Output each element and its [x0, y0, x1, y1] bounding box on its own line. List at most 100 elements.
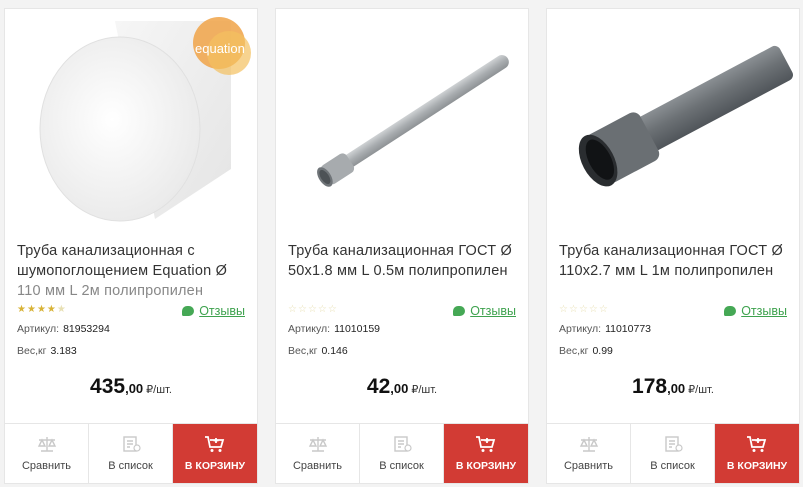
list-label: В список: [650, 459, 695, 472]
compare-button[interactable]: Сравнить: [547, 424, 631, 483]
star-icon: ★: [26, 304, 36, 315]
reviews-label: Отзывы: [470, 304, 516, 318]
list-label: В список: [379, 459, 424, 472]
star-icon: ☆: [559, 304, 568, 315]
title-line: 110 мм L 2м полипропилен: [17, 283, 204, 299]
price: 435,00 ₽/шт.: [5, 375, 257, 399]
sku-value: 11010159: [334, 323, 380, 335]
chat-bubble-icon: [453, 306, 466, 316]
star-icon: ☆: [568, 304, 578, 315]
rating-stars: ★ ★ ★ ★ ★: [17, 303, 66, 317]
chat-bubble-icon: [724, 306, 737, 316]
cart-label: В КОРЗИНУ: [726, 460, 788, 472]
weight-value: 0.99: [592, 345, 613, 357]
scales-icon: [37, 436, 56, 452]
scales-icon: [308, 436, 327, 452]
cart-label: В КОРЗИНУ: [455, 460, 517, 472]
list-add-icon: [664, 435, 683, 452]
compare-label: Сравнить: [563, 459, 613, 472]
star-icon: ☆: [297, 304, 307, 315]
price-decimal: ,00: [667, 381, 686, 396]
weight-value: 0.146: [321, 345, 348, 357]
sku-value: 11010773: [605, 323, 651, 335]
product-card: equation Труба канализационная с шумопог…: [4, 8, 258, 484]
weight-row: Вес,кг 0.99: [559, 345, 613, 357]
star-icon: ★: [17, 304, 26, 315]
add-to-list-button[interactable]: В список: [631, 424, 715, 483]
add-to-cart-button[interactable]: В КОРЗИНУ: [444, 424, 528, 483]
price-unit: ₽/шт.: [688, 384, 714, 396]
weight-label: Вес,кг: [17, 345, 47, 357]
reviews-link[interactable]: Отзывы: [182, 304, 245, 318]
compare-button[interactable]: Сравнить: [276, 424, 360, 483]
product-title[interactable]: Труба канализационная ГОСТ Ø 110x2.7 мм …: [559, 241, 795, 281]
price-unit: ₽/шт.: [411, 384, 438, 396]
reviews-link[interactable]: Отзывы: [453, 304, 516, 318]
add-to-cart-button[interactable]: В КОРЗИНУ: [715, 424, 799, 483]
weight-value: 3.183: [50, 345, 77, 357]
product-title[interactable]: Труба канализационная с шумопоглощением …: [17, 241, 253, 301]
add-to-list-button[interactable]: В список: [360, 424, 444, 483]
sku-row: Артикул: 11010773: [559, 323, 651, 335]
star-icon: ☆: [307, 304, 317, 315]
scales-icon: [579, 436, 598, 452]
price-integer: 435: [90, 375, 126, 398]
reviews-link[interactable]: Отзывы: [724, 304, 787, 318]
reviews-label: Отзывы: [199, 304, 245, 318]
weight-row: Вес,кг 0.146: [288, 345, 348, 357]
card-actions: Сравнить В список В КОРЗИНУ: [547, 423, 799, 483]
product-image[interactable]: equation: [5, 9, 257, 229]
title-line: Труба канализационная ГОСТ Ø: [559, 243, 783, 259]
star-icon: ☆: [317, 304, 327, 315]
price-unit: ₽/шт.: [146, 384, 172, 396]
chat-bubble-icon: [182, 306, 195, 316]
card-actions: Сравнить В список В КОРЗИНУ: [5, 423, 257, 483]
weight-label: Вес,кг: [559, 345, 589, 357]
product-title[interactable]: Труба канализационная ГОСТ Ø 50x1.8 мм L…: [288, 241, 524, 281]
star-icon: ★: [36, 304, 46, 315]
sku-label: Артикул:: [17, 323, 60, 335]
title-line: Труба канализационная с: [17, 243, 195, 259]
star-half-icon: ★: [46, 304, 56, 315]
compare-button[interactable]: Сравнить: [5, 424, 89, 483]
title-line: Труба канализационная ГОСТ Ø: [288, 243, 512, 259]
price: 178,00 ₽/шт.: [547, 375, 799, 399]
sku-label: Артикул:: [559, 323, 602, 335]
price-decimal: ,00: [125, 381, 144, 396]
reviews-label: Отзывы: [741, 304, 787, 318]
card-actions: Сравнить В список В КОРЗИНУ: [276, 423, 528, 483]
add-to-list-button[interactable]: В список: [89, 424, 173, 483]
list-label: В список: [108, 459, 153, 472]
list-add-icon: [393, 435, 412, 452]
cart-plus-icon: [476, 436, 496, 452]
product-image[interactable]: [547, 9, 799, 229]
add-to-cart-button[interactable]: В КОРЗИНУ: [173, 424, 257, 483]
product-card: Труба канализационная ГОСТ Ø 50x1.8 мм L…: [275, 8, 529, 484]
star-icon: ★: [56, 304, 66, 315]
product-image[interactable]: [276, 9, 528, 229]
cart-plus-icon: [205, 436, 225, 452]
star-icon: ☆: [598, 304, 608, 315]
compare-label: Сравнить: [292, 459, 342, 472]
product-card: Труба канализационная ГОСТ Ø 110x2.7 мм …: [546, 8, 800, 484]
price: 42,00 ₽/шт.: [276, 375, 528, 399]
compare-label: Сравнить: [21, 459, 71, 472]
title-line: шумопоглощением Equation Ø: [17, 263, 228, 279]
title-line: 50x1.8 мм L 0.5м полипропилен: [288, 263, 508, 279]
sku-value: 81953294: [63, 323, 110, 335]
weight-row: Вес,кг 3.183: [17, 345, 77, 357]
sku-row: Артикул: 11010159: [288, 323, 380, 335]
cart-label: В КОРЗИНУ: [184, 460, 246, 472]
cart-plus-icon: [747, 436, 767, 452]
rating-stars: ☆ ☆ ☆ ☆ ☆: [288, 303, 337, 317]
title-line: 110x2.7 мм L 1м полипропилен: [559, 263, 774, 279]
star-icon: ☆: [588, 304, 598, 315]
rating-stars: ☆ ☆ ☆ ☆ ☆: [559, 303, 608, 317]
sku-row: Артикул: 81953294: [17, 323, 110, 335]
weight-label: Вес,кг: [288, 345, 318, 357]
price-integer: 42: [366, 375, 391, 398]
list-add-icon: [122, 435, 141, 452]
product-grid: equation Труба канализационная с шумопог…: [0, 0, 803, 487]
star-icon: ☆: [327, 304, 337, 315]
star-icon: ☆: [288, 304, 297, 315]
